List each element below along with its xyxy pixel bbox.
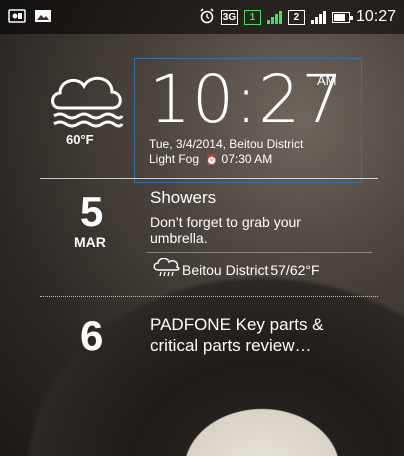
- divider: [40, 296, 378, 297]
- divider: [146, 252, 372, 253]
- sim2-icon: 2: [287, 9, 305, 25]
- clock-time: 10:27: [149, 61, 345, 138]
- weather-condition: Light Fog: [149, 152, 200, 166]
- current-temperature: 60°F: [66, 132, 94, 147]
- next-alarm-time: 07:30 AM: [221, 152, 273, 166]
- event-title: PADFONE Key parts & critical parts revie…: [150, 315, 324, 355]
- event-day: 6: [80, 312, 104, 359]
- signal-icon: [266, 10, 282, 24]
- status-bar: 3G 1 2 10:27: [0, 0, 404, 34]
- divider: [40, 178, 378, 179]
- event-forecast: Beitou District 57/62°F: [152, 257, 320, 281]
- event-title: Showers: [150, 188, 217, 207]
- sim1-icon: 1: [243, 9, 261, 25]
- image-icon: [34, 9, 52, 25]
- forecast-location: Beitou District: [182, 261, 269, 278]
- status-right-icons: 3G 1 2 10:27: [199, 8, 396, 26]
- signal-icon: [310, 10, 326, 24]
- event-day: 5: [80, 188, 104, 235]
- event-month: MAR: [74, 234, 106, 250]
- fog-cloud-icon[interactable]: [46, 66, 128, 136]
- battery-icon: [331, 11, 353, 23]
- alarm-small-icon: ⏰: [205, 155, 219, 166]
- clock-date-location: Tue, 3/4/2014, Beitou District: [149, 137, 304, 151]
- clock-display[interactable]: 10:27 AM Tue, 3/4/2014, Beitou District …: [134, 58, 362, 183]
- alarm-icon: [199, 8, 215, 26]
- clock-condition-alarm: Light Fog ⏰ 07:30 AM: [149, 152, 272, 166]
- forecast-temps: 57/62°F: [270, 261, 320, 278]
- usb-debug-icon: [8, 9, 26, 25]
- rain-cloud-icon: [152, 257, 180, 281]
- clock-ampm: AM: [317, 73, 337, 88]
- 3g-icon: 3G: [220, 9, 238, 25]
- status-left-icons: [8, 9, 52, 25]
- event-description: Don’t forget to grab your umbrella.: [150, 214, 301, 246]
- status-time: 10:27: [355, 8, 396, 25]
